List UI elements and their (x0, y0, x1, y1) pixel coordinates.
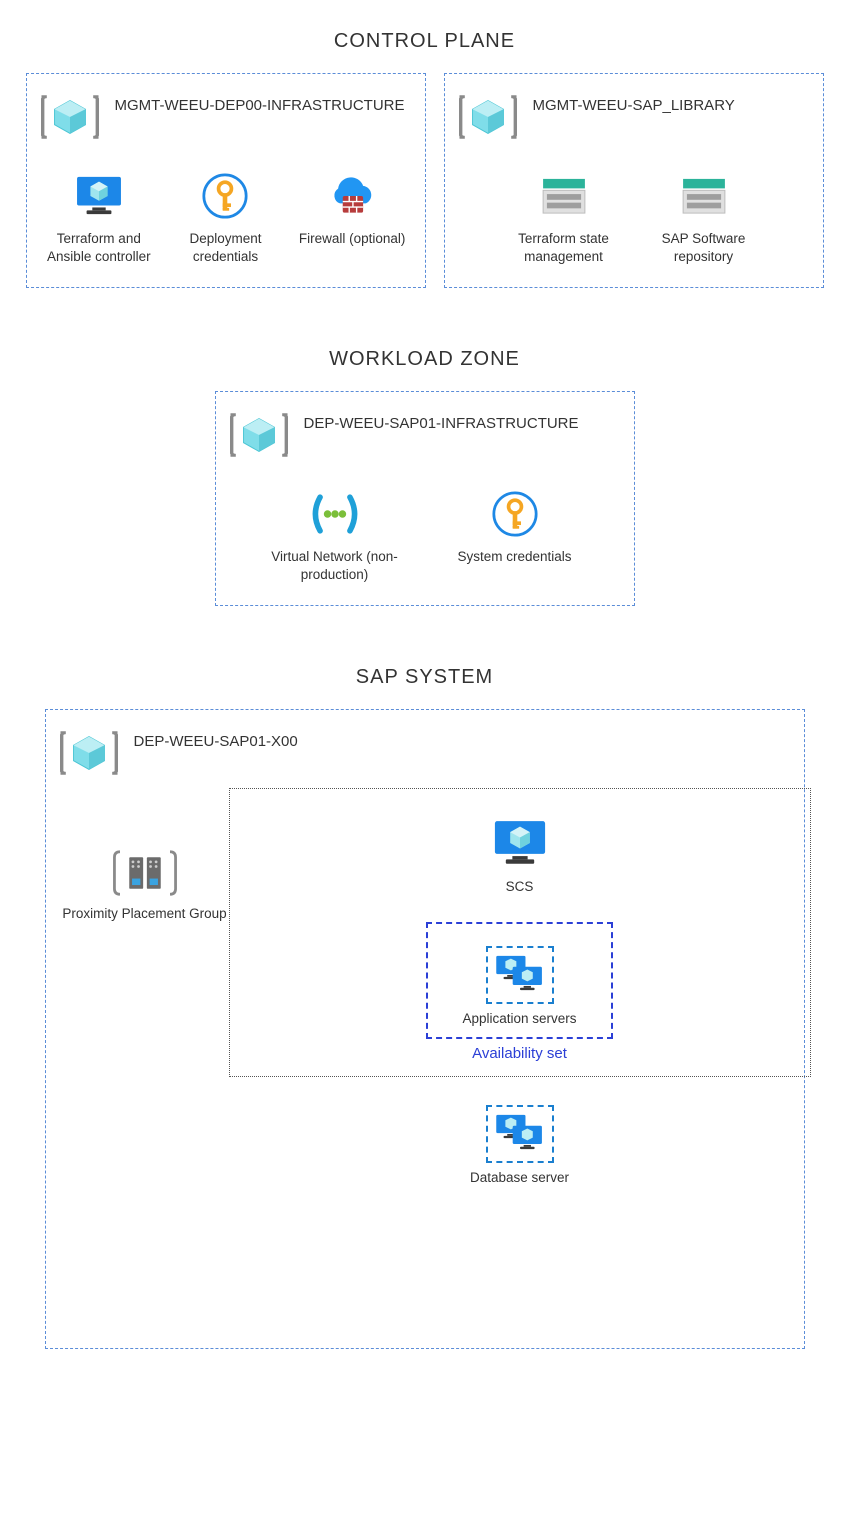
control-plane-row: MGMT-WEEU-DEP00-INFRASTRUCTURE Terraform… (10, 73, 839, 288)
database-server-label: Database server (470, 1169, 569, 1187)
mgmt-sap-library-title: MGMT-WEEU-SAP_LIBRARY (533, 92, 735, 116)
firewall-cloud-icon (327, 170, 377, 222)
availability-set-box: Application servers (426, 922, 612, 1040)
system-credentials-label: System credentials (457, 548, 571, 566)
scs-label: SCS (506, 878, 534, 896)
sap-system-box: DEP-WEEU-SAP01-X00 Proximity Placement G… (45, 709, 805, 1349)
sap-system-box-title: DEP-WEEU-SAP01-X00 (134, 728, 298, 752)
mgmt-infrastructure-title: MGMT-WEEU-DEP00-INFRASTRUCTURE (115, 92, 405, 116)
terraform-state-item: Terraform state management (509, 170, 619, 265)
resource-group-icon (41, 92, 99, 142)
sap-system-title: SAP SYSTEM (10, 666, 839, 689)
terraform-ansible-controller-item: Terraform and Ansible controller (44, 170, 154, 265)
terraform-state-label: Terraform state management (509, 230, 619, 265)
resource-group-icon (230, 410, 288, 460)
terraform-ansible-controller-label: Terraform and Ansible controller (44, 230, 154, 265)
vm-pair-icon (494, 1113, 546, 1155)
app-servers-label: Application servers (462, 1010, 576, 1028)
app-servers-container (486, 946, 554, 1004)
vnet-item: Virtual Network (non-production) (265, 488, 405, 583)
workload-zone-box-title: DEP-WEEU-SAP01-INFRASTRUCTURE (304, 410, 579, 434)
proximity-placement-group: Proximity Placement Group (60, 788, 230, 1187)
sap-software-repo-label: SAP Software repository (649, 230, 759, 265)
resource-group-icon (459, 92, 517, 142)
vnet-icon (307, 488, 363, 540)
control-plane-title: CONTROL PLANE (10, 30, 839, 53)
workload-zone-title: WORKLOAD ZONE (10, 348, 839, 371)
vnet-label: Virtual Network (non-production) (265, 548, 405, 583)
mgmt-infrastructure-box: MGMT-WEEU-DEP00-INFRASTRUCTURE Terraform… (26, 73, 426, 288)
workload-zone-box: DEP-WEEU-SAP01-INFRASTRUCTURE Virtual Ne… (215, 391, 635, 606)
mgmt-sap-library-box: MGMT-WEEU-SAP_LIBRARY Terraform state ma… (444, 73, 824, 288)
database-server-container (486, 1105, 554, 1163)
resource-group-icon (60, 728, 118, 778)
firewall-label: Firewall (optional) (299, 230, 406, 248)
vm-pair-icon (494, 954, 546, 996)
ppg-label: Proximity Placement Group (60, 906, 230, 921)
firewall-item: Firewall (optional) (297, 170, 407, 265)
sap-dotted-container: SCS Application servers Availability set (229, 788, 811, 1077)
key-circle-icon (492, 488, 538, 540)
system-credentials-item: System credentials (445, 488, 585, 583)
monitor-cube-icon (75, 170, 123, 222)
deployment-credentials-item: Deployment credentials (170, 170, 280, 265)
storage-icon (681, 170, 727, 222)
availability-set-label: Availability set (472, 1045, 567, 1062)
database-server-block: Database server (470, 1105, 569, 1187)
scs-vm-icon (492, 819, 548, 872)
key-circle-icon (202, 170, 248, 222)
storage-icon (541, 170, 587, 222)
deployment-credentials-label: Deployment credentials (170, 230, 280, 265)
sap-software-repo-item: SAP Software repository (649, 170, 759, 265)
ppg-icon (60, 848, 230, 898)
